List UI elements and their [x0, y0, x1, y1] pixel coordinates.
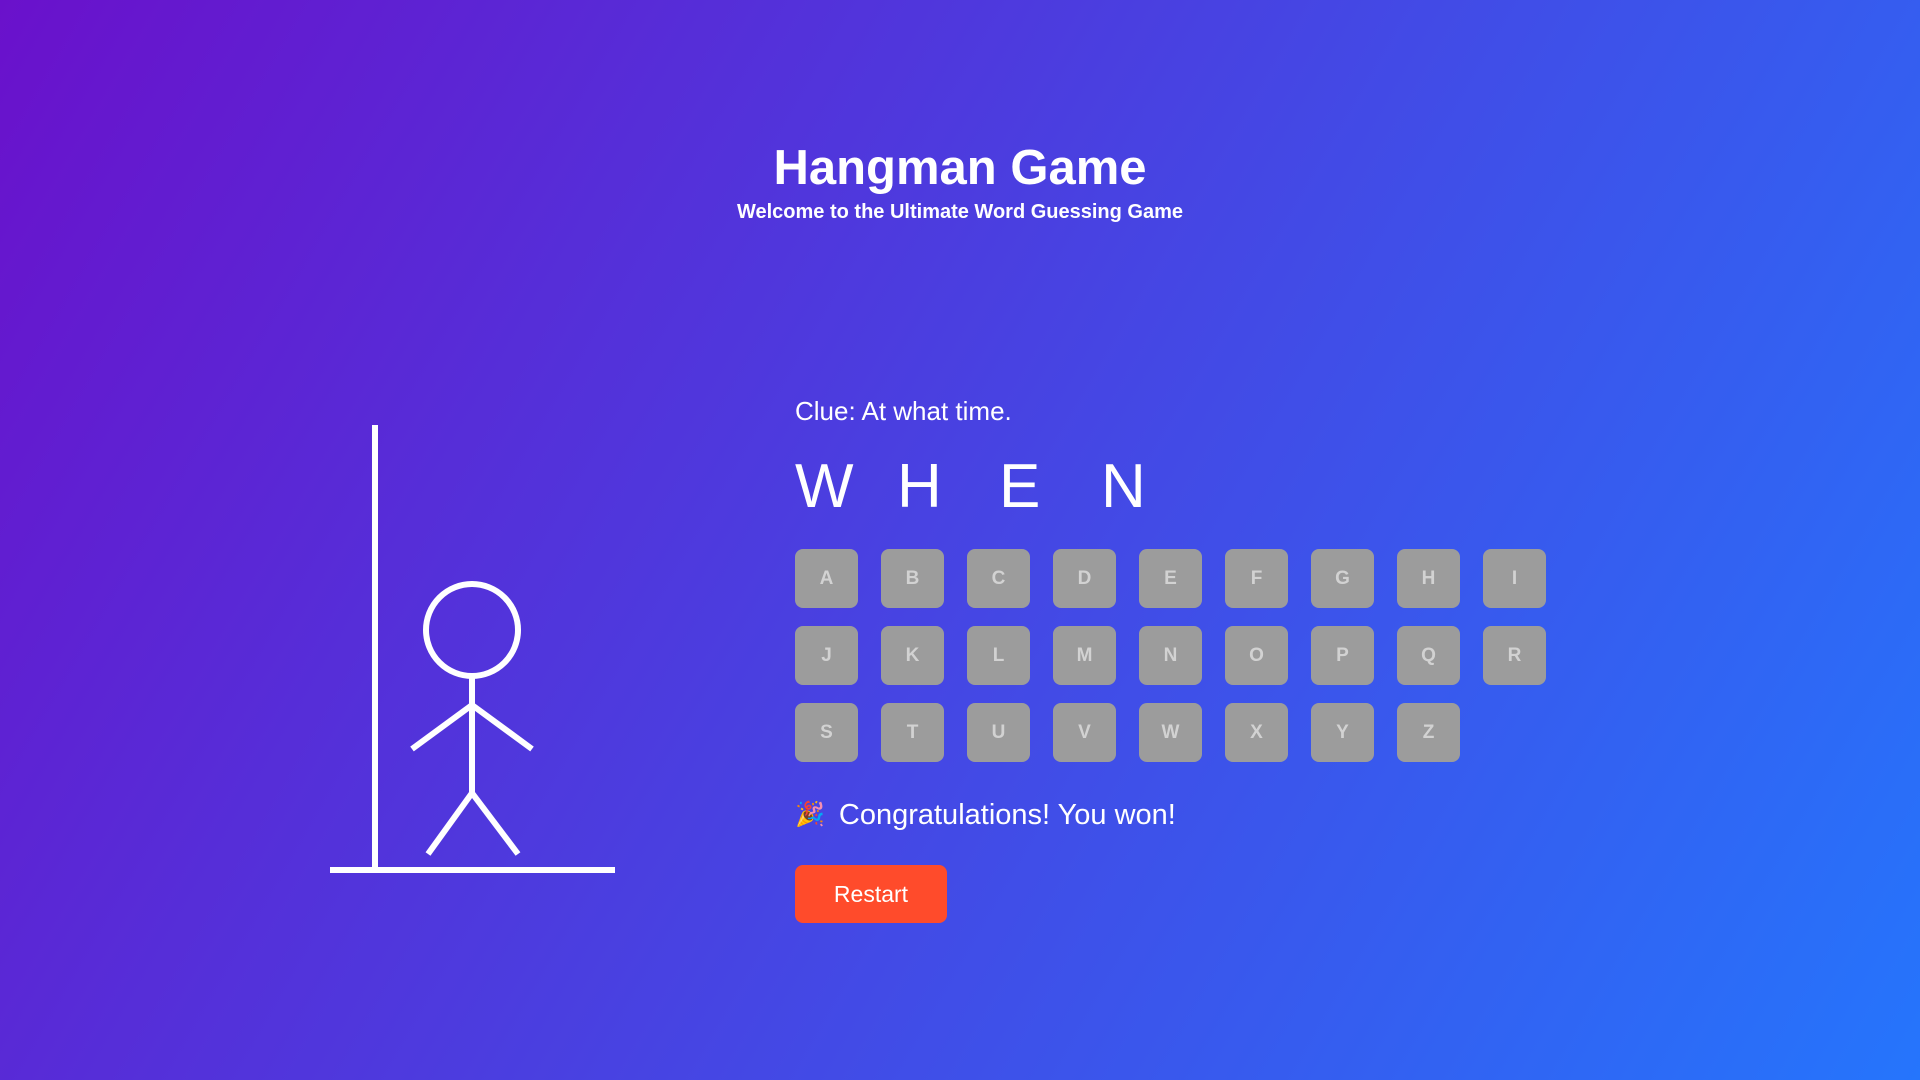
- letter-key-i[interactable]: I: [1483, 549, 1546, 608]
- clue-text: Clue: At what time.: [795, 396, 1012, 426]
- page-subtitle: Welcome to the Ultimate Word Guessing Ga…: [736, 201, 1183, 223]
- letter-key-r[interactable]: R: [1483, 626, 1546, 685]
- letter-key-h[interactable]: H: [1397, 549, 1460, 608]
- restart-button[interactable]: Restart: [795, 865, 947, 923]
- status-message: 🎉 Congratulations! You won!: [795, 796, 1595, 834]
- letter-key-p[interactable]: P: [1311, 626, 1374, 685]
- letter-key-a[interactable]: A: [795, 549, 858, 608]
- letter-key-n[interactable]: N: [1139, 626, 1202, 685]
- letter-keyboard: ABCDEFGHI JKLMNOPQR STUVWXYZ: [795, 549, 1595, 762]
- letter-key-z[interactable]: Z: [1397, 703, 1460, 762]
- letter-key-b[interactable]: B: [881, 549, 944, 608]
- header: Hangman Game Welcome to the Ultimate Wor…: [0, 138, 1920, 224]
- hangman-right-arm: [470, 702, 534, 752]
- letter-key-u[interactable]: U: [967, 703, 1030, 762]
- letter-key-j[interactable]: J: [795, 626, 858, 685]
- letter-key-q[interactable]: Q: [1397, 626, 1460, 685]
- letter-key-c[interactable]: C: [967, 549, 1030, 608]
- game-panel: Clue: At what time. WHEN ABCDEFGHIJKLMNO…: [795, 393, 1595, 923]
- letter-key-o[interactable]: O: [1225, 626, 1288, 685]
- word-letter: N: [1101, 452, 1146, 521]
- letter-key-d[interactable]: D: [1053, 549, 1116, 608]
- letter-key-l[interactable]: L: [967, 626, 1030, 685]
- word-letter: W: [795, 452, 854, 521]
- letter-key-m[interactable]: M: [1053, 626, 1116, 685]
- letter-key-y[interactable]: Y: [1311, 703, 1374, 762]
- letter-key-k[interactable]: K: [881, 626, 944, 685]
- letter-key-v[interactable]: V: [1053, 703, 1116, 762]
- letter-key-s[interactable]: S: [795, 703, 858, 762]
- letter-key-g[interactable]: G: [1311, 549, 1374, 608]
- word-letter: H: [897, 452, 942, 521]
- hangman-left-leg: [425, 791, 475, 856]
- letter-key-e[interactable]: E: [1139, 549, 1202, 608]
- hangman-head: [423, 581, 521, 679]
- party-popper-icon: 🎉: [795, 801, 825, 828]
- letter-key-t[interactable]: T: [881, 703, 944, 762]
- hangman-left-arm: [410, 702, 474, 752]
- word-letter: E: [999, 452, 1041, 521]
- hangman-right-leg: [469, 791, 521, 856]
- letter-key-x[interactable]: X: [1225, 703, 1288, 762]
- page-title: Hangman Game: [773, 141, 1147, 195]
- status-text: Congratulations! You won!: [838, 799, 1176, 831]
- word-display: WHEN: [795, 449, 1595, 525]
- hangman-drawing: [330, 425, 615, 873]
- letter-key-w[interactable]: W: [1139, 703, 1202, 762]
- letter-key-f[interactable]: F: [1225, 549, 1288, 608]
